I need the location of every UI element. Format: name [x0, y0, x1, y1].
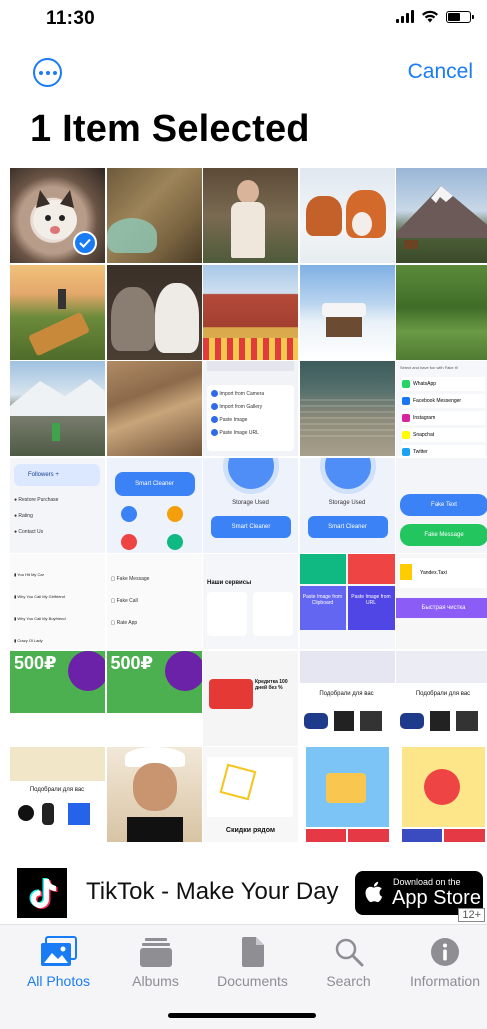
tab-documents[interactable]: Documents	[204, 933, 301, 989]
screenshot-ad-500[interactable]: 500₽	[10, 650, 105, 746]
photo-volcano-bear[interactable]	[396, 168, 487, 263]
photo-forest[interactable]	[396, 264, 487, 360]
tab-label: Search	[326, 973, 371, 989]
screenshot-promo-cards-2[interactable]	[396, 747, 487, 842]
age-rating-badge: 12+	[458, 908, 485, 922]
photo-foxes[interactable]	[299, 168, 395, 263]
wifi-icon	[422, 10, 438, 23]
photo-wood-floor[interactable]	[106, 168, 202, 263]
battery-icon	[446, 10, 474, 23]
tab-all-photos[interactable]: All Photos	[10, 933, 107, 989]
tab-information[interactable]: Information	[395, 933, 487, 989]
selected-check-icon	[73, 231, 97, 255]
photo-red-palace[interactable]	[203, 264, 298, 360]
screenshot-services[interactable]: Наши сервисы	[203, 554, 298, 649]
screenshot-store-earbuds[interactable]: Подобрали для вас	[10, 747, 105, 842]
signal-icon	[396, 10, 414, 23]
photo-two-kittens[interactable]	[106, 264, 202, 360]
app-store-big-text: App Store	[392, 887, 481, 909]
screenshot-smart-cleaner-1[interactable]: Smart Cleaner	[106, 457, 202, 553]
photo-mountain-hiker[interactable]	[10, 361, 105, 456]
screenshot-followers-menu[interactable]: Followers + ● Restore Purchase ● Rating ● …	[10, 457, 105, 553]
screenshot-fake-message[interactable]: Fake Text Fake Message	[396, 457, 487, 553]
screenshot-chat-list[interactable]: ▮ You Hit My Car ▮ Why You Call My Girlfr…	[10, 554, 105, 649]
cancel-button[interactable]: Cancel	[408, 60, 473, 84]
photo-woman-cap[interactable]	[106, 747, 202, 842]
screenshot-credit[interactable]: Кредитка 100 дней без %	[203, 650, 298, 746]
tab-label: Albums	[132, 973, 179, 989]
app-store-small-text: Download on the	[393, 877, 461, 887]
apple-icon	[365, 881, 383, 903]
tiktok-logo-icon	[17, 868, 67, 918]
screenshot-yandex-taxi[interactable]: Yandex.Taxi Быстрая чистка	[396, 554, 487, 649]
tab-label: Documents	[217, 973, 288, 989]
screenshot-smart-cleaner-3[interactable]: Storage Used Smart Cleaner	[299, 457, 395, 553]
ad-text: TikTok - Make Your Day	[86, 878, 339, 905]
info-icon	[395, 933, 487, 971]
photo-grid: Import from Camera Import from Gallery P…	[10, 168, 487, 862]
home-indicator	[168, 1013, 316, 1018]
screenshot-blurred-screen[interactable]	[299, 361, 395, 456]
screenshot-store-devices-2[interactable]: Подобрали для вас	[396, 650, 487, 746]
search-icon	[300, 933, 397, 971]
photo-winter-house[interactable]	[299, 264, 395, 360]
screenshot-import-menu[interactable]: Import from Camera Import from Gallery P…	[203, 361, 298, 456]
albums-icon	[107, 933, 204, 971]
more-options-button[interactable]	[33, 58, 62, 87]
ad-banner[interactable]: TikTok - Make Your Day Download on the A…	[0, 862, 487, 924]
status-time: 11:30	[46, 8, 96, 29]
screenshot-fake-text-apps[interactable]: Select and have fun with Fake it! WhatsA…	[396, 361, 487, 456]
page-title: 1 Item Selected	[30, 108, 310, 150]
screenshot-ad-500-2[interactable]: 500₽	[106, 650, 202, 746]
photo-church-field[interactable]	[10, 264, 105, 360]
tab-label: All Photos	[26, 973, 91, 989]
document-icon	[204, 933, 301, 971]
tab-albums[interactable]: Albums	[107, 933, 204, 989]
tab-search[interactable]: Search	[300, 933, 397, 989]
screenshot-promo-cards[interactable]	[299, 747, 395, 842]
screenshot-delivery[interactable]: Скидки рядом	[203, 747, 298, 842]
photo-kitten[interactable]	[10, 168, 105, 263]
photo-canyon[interactable]	[106, 361, 202, 456]
screenshot-fake-call[interactable]: ▢ Fake Message ▢ Fake Call ▢ Rate App	[106, 554, 202, 649]
status-bar: 11:30	[0, 0, 487, 40]
photos-icon	[10, 933, 107, 971]
screenshot-smart-cleaner-2[interactable]: Storage Used Smart Cleaner	[203, 457, 298, 553]
status-icons	[396, 10, 474, 23]
photo-girl-cabin[interactable]	[203, 168, 298, 263]
screenshot-store-devices[interactable]: Подобрали для вас	[299, 650, 395, 746]
screenshot-paste-image[interactable]: Paste Image from Clipboard Paste Image f…	[299, 554, 395, 649]
tab-label: Information	[409, 973, 481, 989]
